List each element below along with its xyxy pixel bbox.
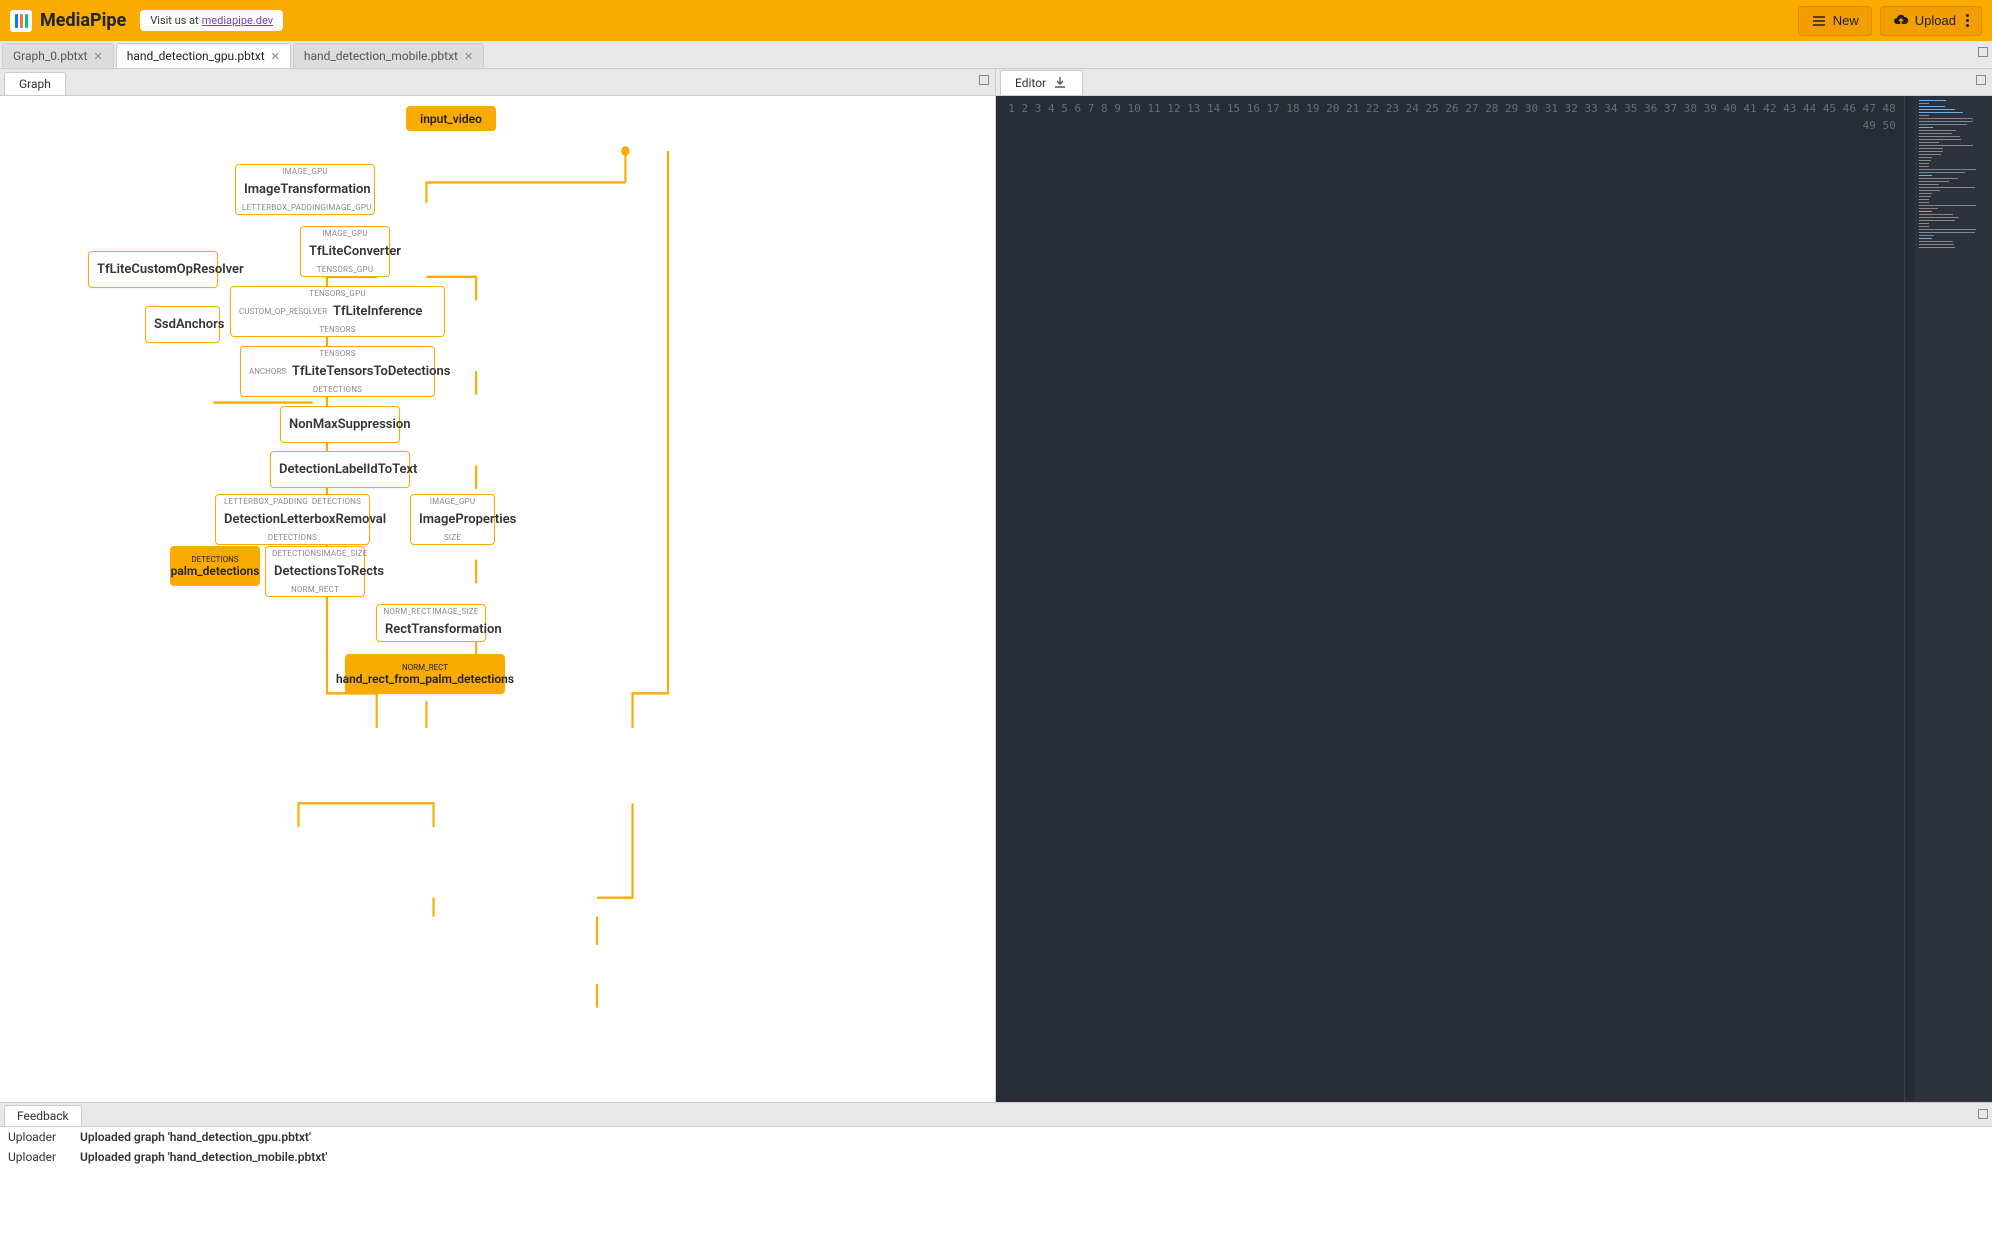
new-button[interactable]: New bbox=[1798, 6, 1872, 36]
feedback-row: UploaderUploaded graph 'hand_detection_m… bbox=[0, 1147, 1992, 1167]
feedback-body: UploaderUploaded graph 'hand_detection_g… bbox=[0, 1127, 1992, 1242]
visit-link[interactable]: mediapipe.dev bbox=[202, 14, 273, 27]
graph-canvas[interactable]: input_video IMAGE_GPU ImageTransformatio… bbox=[0, 96, 995, 1102]
node-tflite-inference[interactable]: TENSORS_GPU CUSTOM_OP_RESOLVERTfLiteInfe… bbox=[230, 286, 445, 337]
app-header: MediaPipe Visit us at mediapipe.dev New … bbox=[0, 0, 1992, 41]
upload-button-label: Upload bbox=[1915, 13, 1956, 28]
node-image-properties[interactable]: IMAGE_GPU ImageProperties SIZE bbox=[410, 494, 495, 545]
visit-link-chip[interactable]: Visit us at mediapipe.dev bbox=[140, 10, 283, 31]
cloud-upload-icon bbox=[1893, 13, 1909, 29]
graph-tab-label: Graph bbox=[19, 77, 51, 91]
kebab-icon[interactable] bbox=[1966, 14, 1969, 27]
node-ssd-anchors[interactable]: SsdAnchors bbox=[145, 306, 220, 343]
editor-tab[interactable]: Editor bbox=[1000, 70, 1083, 95]
maximize-icon[interactable] bbox=[1978, 47, 1988, 57]
graph-tab[interactable]: Graph bbox=[4, 72, 66, 95]
node-detections-to-rects[interactable]: DETECTIONSIMAGE_SIZE DetectionsToRects N… bbox=[265, 546, 365, 597]
brand-title: MediaPipe bbox=[40, 10, 126, 31]
download-icon[interactable] bbox=[1052, 75, 1068, 91]
hamburger-icon bbox=[1811, 13, 1827, 29]
feedback-panel: Feedback UploaderUploaded graph 'hand_de… bbox=[0, 1102, 1992, 1242]
node-tflite-customop[interactable]: TfLiteCustomOpResolver bbox=[88, 251, 218, 288]
graph-pane: Graph bbox=[0, 69, 996, 1102]
line-gutter: 1 2 3 4 5 6 7 8 9 10 11 12 13 14 15 16 1… bbox=[996, 96, 1905, 1102]
feedback-row: UploaderUploaded graph 'hand_detection_g… bbox=[0, 1127, 1992, 1147]
maximize-icon[interactable] bbox=[979, 75, 989, 85]
stream-hand-rect[interactable]: NORM_RECT hand_rect_from_palm_detections bbox=[345, 654, 505, 694]
code-content[interactable]: type: "HandDetectionSubgraph" input_stre… bbox=[1905, 96, 1915, 1102]
close-icon[interactable]: ✕ bbox=[271, 50, 280, 63]
editor-tab-label: Editor bbox=[1015, 76, 1046, 90]
node-label-to-text[interactable]: DetectionLabelIdToText bbox=[270, 451, 410, 488]
close-icon[interactable]: ✕ bbox=[464, 50, 473, 63]
editor-pane-tabs: Editor bbox=[996, 69, 1992, 96]
feedback-tab-label: Feedback bbox=[17, 1109, 69, 1123]
maximize-icon[interactable] bbox=[1976, 75, 1986, 85]
node-tensors-to-detections[interactable]: TENSORS ANCHORSTfLiteTensorsToDetections… bbox=[240, 346, 435, 397]
node-image-transformation[interactable]: IMAGE_GPU ImageTransformation LETTERBOX_… bbox=[235, 164, 375, 215]
node-nms[interactable]: NonMaxSuppression bbox=[280, 406, 400, 443]
main-split: Graph bbox=[0, 69, 1992, 1102]
logo-icon bbox=[10, 10, 32, 32]
node-rect-transformation[interactable]: NORM_RECTIMAGE_SIZE RectTransformation bbox=[376, 604, 486, 642]
visit-prefix: Visit us at bbox=[150, 14, 198, 27]
code-editor[interactable]: 1 2 3 4 5 6 7 8 9 10 11 12 13 14 15 16 1… bbox=[996, 96, 1992, 1102]
node-letterbox-removal[interactable]: LETTERBOX_PADDINGDETECTIONS DetectionLet… bbox=[215, 494, 370, 545]
graph-pane-tabs: Graph bbox=[0, 69, 995, 96]
close-icon[interactable]: ✕ bbox=[93, 50, 102, 63]
feedback-tab[interactable]: Feedback bbox=[4, 1105, 82, 1126]
stream-palm-detections[interactable]: DETECTIONS palm_detections bbox=[170, 546, 260, 586]
file-tab[interactable]: hand_detection_mobile.pbtxt✕ bbox=[293, 43, 484, 68]
stream-input-video[interactable]: input_video bbox=[406, 106, 496, 131]
editor-pane: Editor 1 2 3 4 5 6 7 8 9 10 11 12 13 14 … bbox=[996, 69, 1992, 1102]
file-tab[interactable]: Graph_0.pbtxt✕ bbox=[2, 43, 114, 68]
minimap[interactable] bbox=[1915, 96, 1992, 1102]
file-tab[interactable]: hand_detection_gpu.pbtxt✕ bbox=[116, 43, 291, 68]
node-tflite-converter[interactable]: IMAGE_GPU TfLiteConverter TENSORS_GPU bbox=[300, 226, 390, 277]
new-button-label: New bbox=[1833, 13, 1859, 28]
file-tab-bar: Graph_0.pbtxt✕hand_detection_gpu.pbtxt✕h… bbox=[0, 41, 1992, 69]
feedback-tabs: Feedback bbox=[0, 1103, 1992, 1127]
maximize-icon[interactable] bbox=[1978, 1109, 1988, 1119]
upload-button[interactable]: Upload bbox=[1880, 6, 1982, 36]
